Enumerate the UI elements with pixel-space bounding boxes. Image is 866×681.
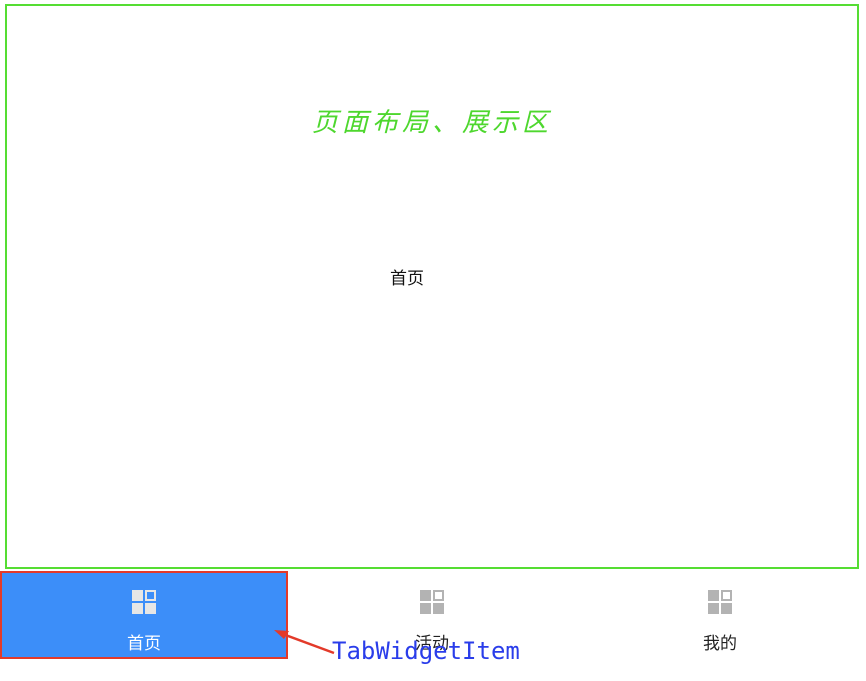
tab-mine[interactable]: 我的 xyxy=(576,571,864,659)
grid-icon xyxy=(708,590,732,614)
page-display-area: 页面布局、展示区 首页 xyxy=(5,4,859,569)
grid-icon xyxy=(420,590,444,614)
tab-home[interactable]: 首页 xyxy=(0,571,288,659)
annotation-label: TabWidgetItem xyxy=(332,637,520,665)
grid-icon xyxy=(132,590,156,614)
app-window: 页面布局、展示区 首页 首页 活动 我的 TabWidgetItem xyxy=(0,0,866,681)
display-area-caption: 页面布局、展示区 xyxy=(311,108,552,138)
annotation-arrow-icon xyxy=(274,630,335,655)
page-content-label: 首页 xyxy=(390,269,424,289)
tab-mine-label: 我的 xyxy=(703,634,737,654)
tab-home-label: 首页 xyxy=(127,634,161,654)
